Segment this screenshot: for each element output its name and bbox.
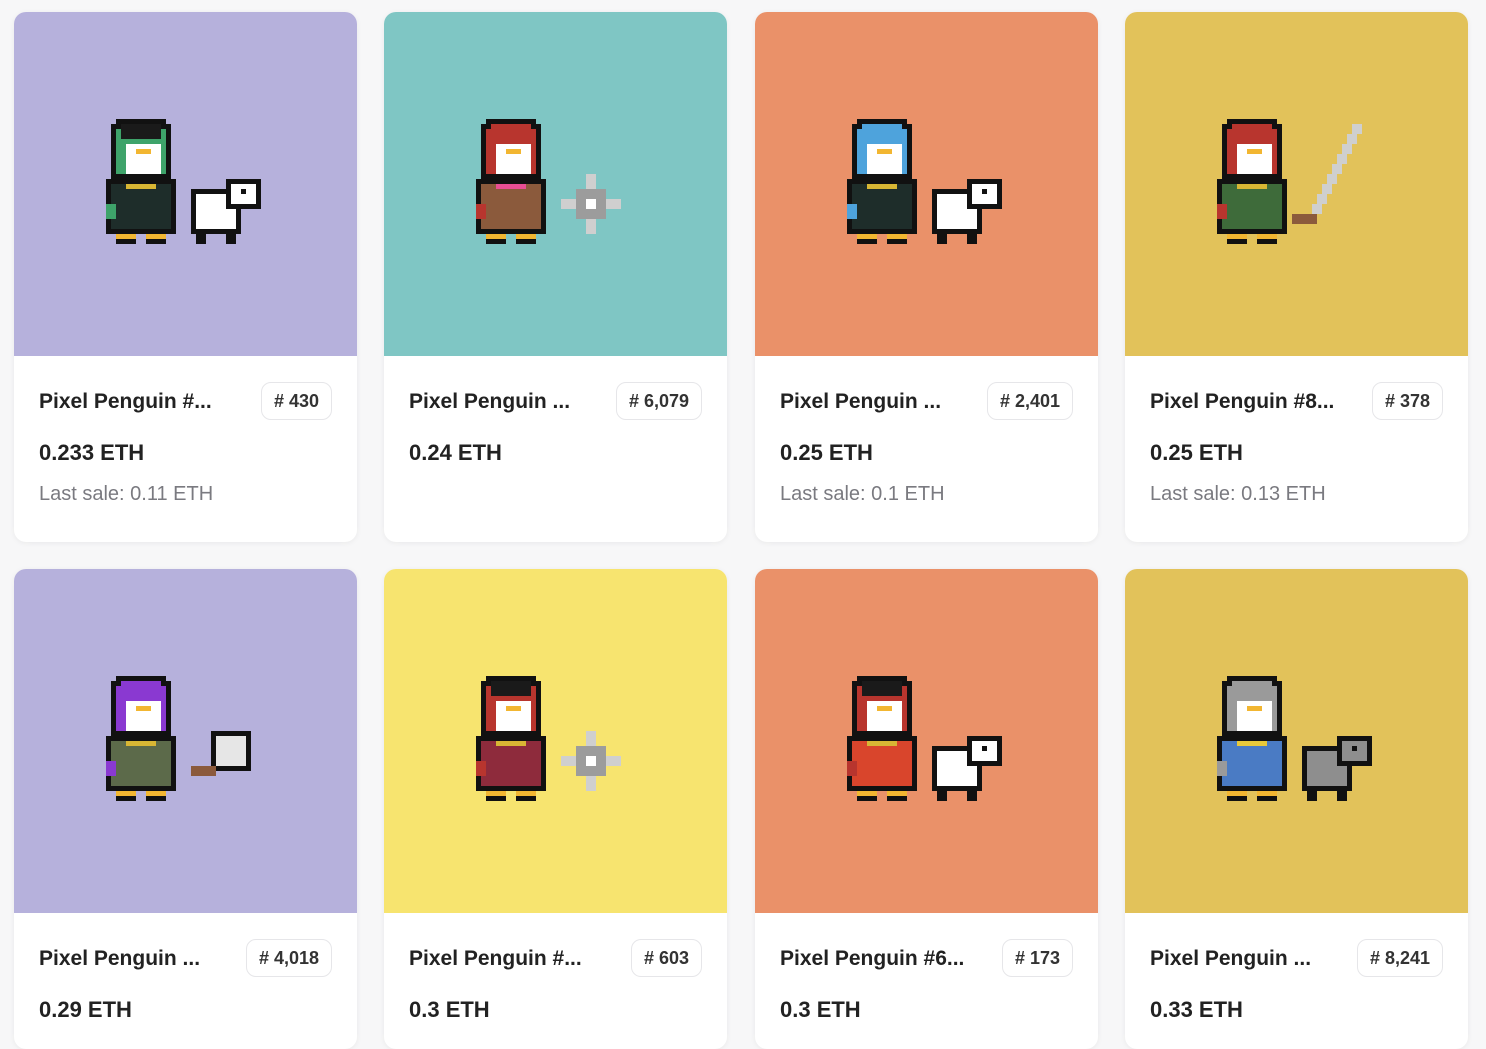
- nft-name: Pixel Penguin ...: [39, 947, 201, 970]
- token-id-badge: # 4,018: [245, 939, 332, 977]
- token-id-badge: # 173: [1001, 939, 1073, 977]
- token-id-badge: # 6,079: [615, 382, 702, 420]
- token-id-badge: # 430: [260, 382, 332, 420]
- nft-card[interactable]: Pixel Penguin #... # 430 0.233 ETH Last …: [14, 12, 357, 542]
- nft-price: 0.233 ETH: [39, 440, 145, 465]
- nft-price: 0.24 ETH: [409, 440, 502, 465]
- penguin-art: [105, 119, 261, 244]
- nft-card[interactable]: Pixel Penguin ... # 2,401 0.25 ETH Last …: [755, 12, 1098, 542]
- nft-card[interactable]: Pixel Penguin ... # 8,241 0.33 ETH: [1125, 569, 1468, 1049]
- last-sale: Last sale: 0.11 ETH: [39, 483, 214, 505]
- nft-name: Pixel Penguin #...: [409, 947, 582, 970]
- nft-name: Pixel Penguin #6...: [780, 947, 965, 970]
- nft-image[interactable]: [14, 12, 357, 356]
- nft-card[interactable]: Pixel Penguin #6... # 173 0.3 ETH: [755, 569, 1098, 1049]
- nft-name: Pixel Penguin #8...: [1150, 390, 1335, 413]
- nft-card[interactable]: Pixel Penguin #... # 603 0.3 ETH: [384, 569, 727, 1049]
- nft-image[interactable]: [14, 569, 357, 913]
- token-id-badge: # 603: [630, 939, 702, 977]
- token-id-badge: # 378: [1371, 382, 1443, 420]
- nft-price: 0.29 ETH: [39, 997, 132, 1022]
- last-sale: Last sale: 0.1 ETH: [780, 483, 945, 505]
- nft-price: 0.33 ETH: [1150, 997, 1243, 1022]
- nft-name: Pixel Penguin ...: [780, 390, 942, 413]
- token-id-badge: # 2,401: [986, 382, 1073, 420]
- nft-image[interactable]: [1125, 12, 1468, 356]
- nft-price: 0.25 ETH: [1150, 440, 1243, 465]
- nft-name: Pixel Penguin #...: [39, 390, 212, 413]
- penguin-art: [475, 119, 621, 244]
- penguin-art: [1216, 676, 1372, 801]
- nft-card[interactable]: Pixel Penguin #8... # 378 0.25 ETH Last …: [1125, 12, 1468, 542]
- penguin-art: [846, 119, 1002, 244]
- penguin-art: [105, 676, 251, 801]
- nft-grid: Pixel Penguin #... # 430 0.233 ETH Last …: [0, 0, 1486, 1049]
- nft-price: 0.3 ETH: [780, 997, 861, 1022]
- nft-image[interactable]: [384, 569, 727, 913]
- token-id-badge: # 8,241: [1356, 939, 1443, 977]
- nft-price: 0.3 ETH: [409, 997, 490, 1022]
- nft-image[interactable]: [1125, 569, 1468, 913]
- nft-image[interactable]: [384, 12, 727, 356]
- nft-card[interactable]: Pixel Penguin ... # 4,018 0.29 ETH: [14, 569, 357, 1049]
- nft-image[interactable]: [755, 12, 1098, 356]
- nft-image[interactable]: [755, 569, 1098, 913]
- nft-card[interactable]: Pixel Penguin ... # 6,079 0.24 ETH: [384, 12, 727, 542]
- penguin-art: [475, 676, 621, 801]
- last-sale: Last sale: 0.13 ETH: [1150, 483, 1326, 505]
- nft-name: Pixel Penguin ...: [409, 390, 571, 413]
- penguin-art: [1216, 119, 1362, 244]
- nft-name: Pixel Penguin ...: [1150, 947, 1312, 970]
- nft-price: 0.25 ETH: [780, 440, 873, 465]
- penguin-art: [846, 676, 1002, 801]
